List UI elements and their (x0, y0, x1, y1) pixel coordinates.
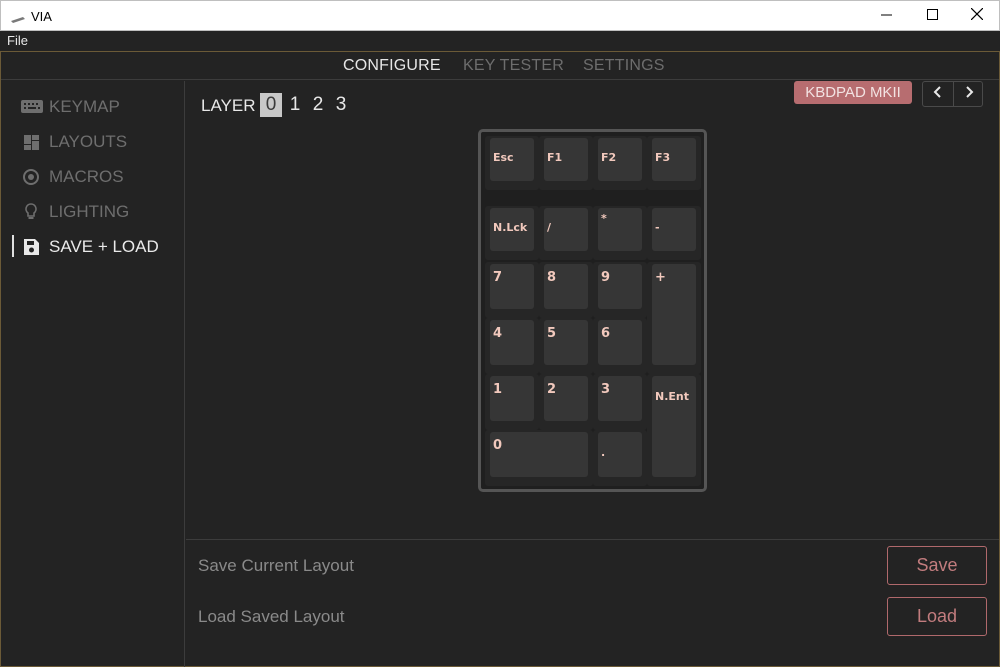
sidebar-item-layouts[interactable]: LAYOUTS (1, 128, 184, 156)
sidebar-item-label: LAYOUTS (49, 132, 128, 151)
layouts-icon (21, 133, 41, 151)
save-button[interactable]: Save (887, 546, 987, 585)
key-numpad-enter[interactable]: N.Ent (647, 374, 701, 486)
load-layout-label: Load Saved Layout (198, 607, 345, 626)
key-minus[interactable]: - (647, 206, 701, 260)
key-label: 2 (547, 382, 557, 397)
key-label: 9 (601, 270, 611, 285)
lightbulb-icon (21, 203, 41, 221)
key-decimal[interactable]: . (593, 430, 647, 486)
sidebar-item-label: LIGHTING (49, 202, 130, 221)
layer-option-0[interactable]: 0 (260, 93, 282, 117)
sidebar-item-macros[interactable]: MACROS (1, 163, 184, 191)
key-label: 3 (601, 382, 611, 397)
chevron-left-icon (933, 85, 943, 104)
chevron-right-icon (964, 85, 974, 104)
key-label: 1 (493, 382, 503, 397)
sidebar-item-label: MACROS (49, 167, 124, 186)
key-label: 5 (547, 326, 557, 341)
close-button[interactable] (954, 1, 1000, 31)
key-label: F2 (601, 151, 617, 164)
sidebar-item-lighting[interactable]: LIGHTING (1, 198, 184, 226)
minimize-icon (880, 7, 892, 25)
title-bar: VIA (0, 0, 1000, 31)
key-label: / (547, 221, 552, 234)
macros-icon (21, 168, 41, 186)
tab-key-tester[interactable]: KEY TESTER (463, 57, 564, 75)
active-indicator (12, 235, 14, 257)
key-slash[interactable]: / (539, 206, 593, 260)
key-label: F1 (547, 151, 563, 164)
close-icon (970, 7, 984, 25)
key-label: N.Ent (655, 390, 689, 403)
layer-label: LAYER (201, 96, 256, 115)
key-0[interactable]: 0 (485, 430, 593, 486)
keyboard-layout: Esc F1 F2 F3 N.Lck / * - 7 8 9 + 4 5 6 1… (478, 129, 707, 492)
key-label: - (655, 221, 660, 234)
load-button[interactable]: Load (887, 597, 987, 636)
save-load-panel: Save Current Layout Save Load Saved Layo… (186, 539, 999, 667)
key-f2[interactable]: F2 (593, 136, 647, 190)
sidebar-item-save-load[interactable]: SAVE + LOAD (1, 233, 184, 261)
sidebar-item-label: SAVE + LOAD (49, 237, 159, 256)
key-3[interactable]: 3 (593, 374, 647, 430)
key-label: 4 (493, 326, 503, 341)
key-f3[interactable]: F3 (647, 136, 701, 190)
key-8[interactable]: 8 (539, 262, 593, 318)
key-plus[interactable]: + (647, 262, 701, 374)
window-title: VIA (31, 9, 52, 24)
key-f1[interactable]: F1 (539, 136, 593, 190)
key-2[interactable]: 2 (539, 374, 593, 430)
key-label: 6 (601, 326, 611, 341)
key-num-lock[interactable]: N.Lck (485, 206, 539, 260)
key-label: * (601, 212, 607, 225)
key-label: 0 (493, 438, 503, 453)
main-content: LAYER 0 1 2 3 KBDPAD MKII Esc F1 F2 F3 N… (186, 81, 999, 667)
sidebar: KEYMAP LAYOUTS MACROS LIGHTING SAVE + LO… (1, 81, 185, 667)
layer-option-2[interactable]: 2 (307, 93, 329, 117)
layer-option-1[interactable]: 1 (284, 93, 306, 117)
key-6[interactable]: 6 (593, 318, 647, 374)
app-icon (10, 11, 26, 23)
sidebar-item-keymap[interactable]: KEYMAP (1, 93, 184, 121)
key-label: . (601, 446, 606, 459)
key-label: Esc (493, 151, 514, 164)
key-label: + (655, 270, 666, 285)
device-name-badge: KBDPAD MKII (794, 81, 912, 104)
save-icon (21, 238, 41, 256)
minimize-button[interactable] (863, 1, 909, 31)
keyboard-icon (21, 98, 43, 116)
key-label: 7 (493, 270, 503, 285)
key-5[interactable]: 5 (539, 318, 593, 374)
layer-option-3[interactable]: 3 (330, 93, 352, 117)
maximize-button[interactable] (909, 1, 955, 31)
app-window: CONFIGURE KEY TESTER SETTINGS KEYMAP LAY… (0, 51, 1000, 667)
device-navigation (922, 81, 983, 107)
save-layout-label: Save Current Layout (198, 556, 354, 575)
top-navigation: CONFIGURE KEY TESTER SETTINGS (1, 52, 999, 80)
tab-configure[interactable]: CONFIGURE (343, 57, 441, 75)
key-7[interactable]: 7 (485, 262, 539, 318)
previous-device-button[interactable] (923, 82, 953, 106)
menu-bar: File (0, 31, 1000, 51)
key-esc[interactable]: Esc (485, 136, 539, 190)
key-label: F3 (655, 151, 671, 164)
key-1[interactable]: 1 (485, 374, 539, 430)
sidebar-item-label: KEYMAP (49, 97, 120, 116)
key-label: 8 (547, 270, 557, 285)
tab-settings[interactable]: SETTINGS (583, 57, 665, 75)
key-label: N.Lck (493, 221, 528, 234)
key-asterisk[interactable]: * (593, 206, 647, 260)
key-9[interactable]: 9 (593, 262, 647, 318)
menu-file[interactable]: File (7, 33, 28, 48)
maximize-icon (926, 7, 938, 25)
key-4[interactable]: 4 (485, 318, 539, 374)
next-device-button[interactable] (954, 82, 984, 106)
